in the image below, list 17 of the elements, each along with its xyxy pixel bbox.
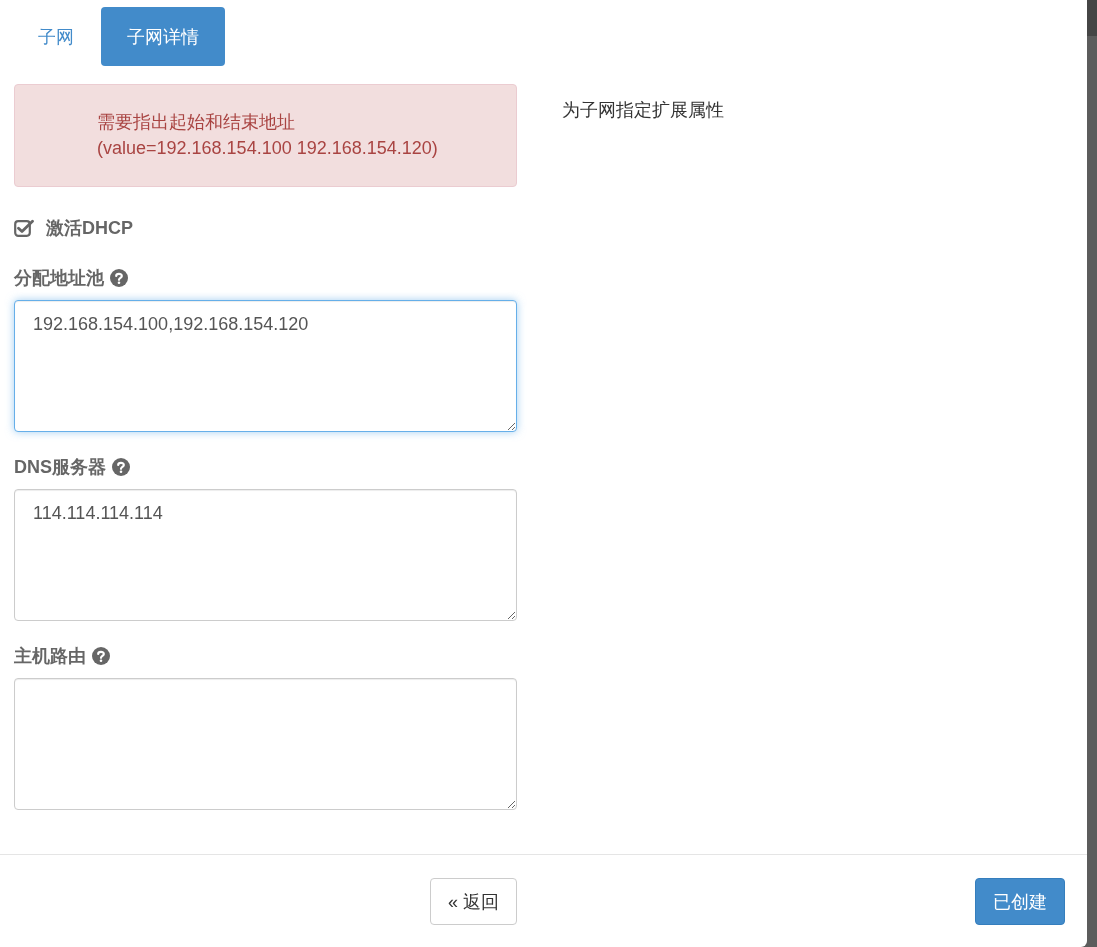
textarea-field[interactable]: 192.168.154.100,192.168.154.120 <box>14 300 517 432</box>
tab[interactable]: 子网详情 <box>101 7 225 66</box>
field-label: 主机路由 <box>14 645 86 667</box>
error-message: 需要指出起始和结束地址 (value=192.168.154.100 192.168.154.120) <box>97 111 439 160</box>
help-icon[interactable] <box>110 269 128 287</box>
submit-button[interactable]: 已创建 <box>975 878 1065 925</box>
field-label: DNS服务器 <box>14 456 106 478</box>
textarea-field[interactable]: 114.114.114.114 <box>14 489 517 621</box>
back-button[interactable]: « 返回 <box>430 878 517 925</box>
description-text: 为子网指定扩展属性 <box>562 100 724 120</box>
field-label: 分配地址池 <box>14 267 104 289</box>
tab[interactable]: 子网 <box>12 7 100 66</box>
help-icon[interactable] <box>112 458 130 476</box>
help-icon[interactable] <box>92 647 110 665</box>
textarea-field[interactable] <box>14 678 517 810</box>
checkbox-label: 激活DHCP <box>46 217 133 239</box>
checkbox-icon[interactable] <box>14 219 34 237</box>
